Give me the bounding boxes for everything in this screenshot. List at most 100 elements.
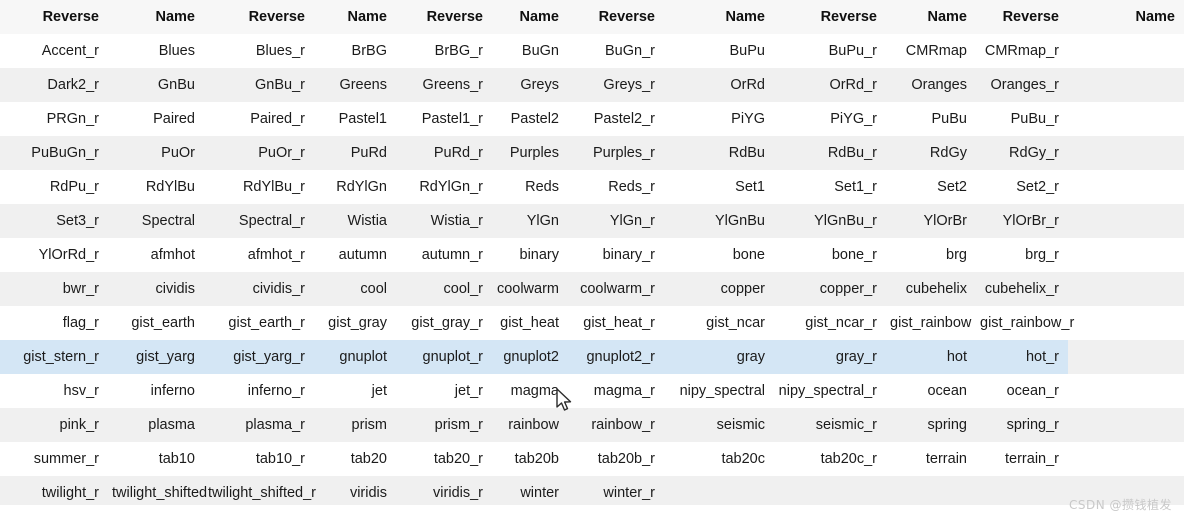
colormap-name-cell[interactable]: Pastel2_r [568,102,664,136]
colormap-name-cell[interactable]: pink_r [0,408,108,442]
colormap-name-cell[interactable]: Set3_r [0,204,108,238]
colormap-name-cell[interactable]: coolwarm_r [568,272,664,306]
colormap-name-cell[interactable]: cividis [108,272,204,306]
colormap-name-cell[interactable]: copper_r [774,272,886,306]
colormap-name-cell[interactable]: gist_heat [492,306,568,340]
colormap-name-cell[interactable]: bwr_r [0,272,108,306]
colormap-name-cell[interactable]: Pastel2 [492,102,568,136]
colormap-name-cell[interactable]: gist_earth_r [204,306,314,340]
colormap-name-cell[interactable]: BuGn_r [568,34,664,68]
colormap-name-cell[interactable]: gist_heat_r [568,306,664,340]
colormap-name-cell[interactable]: afmhot_r [204,238,314,272]
table-row[interactable]: YlOrRd_r afmhot afmhot_r autumn autumn_r bina… [0,238,1184,272]
colormap-name-cell[interactable]: tab20b_r [568,442,664,476]
colormap-name-cell[interactable]: BuPu_r [774,34,886,68]
colormap-name-cell[interactable]: summer_r [0,442,108,476]
colormap-name-cell[interactable]: Oranges [886,68,976,102]
colormap-name-cell[interactable]: cool_r [396,272,492,306]
colormap-name-cell[interactable]: spring_r [976,408,1068,442]
colormap-name-cell[interactable]: jet_r [396,374,492,408]
colormap-name-cell[interactable]: BuGn [492,34,568,68]
colormap-name-cell[interactable]: PuOr [108,136,204,170]
colormap-name-cell[interactable]: tab20b [492,442,568,476]
colormap-name-cell[interactable]: Greens [314,68,396,102]
colormap-name-cell[interactable]: prism [314,408,396,442]
colormap-name-cell[interactable]: copper [664,272,774,306]
colormap-name-cell[interactable]: cubehelix_r [976,272,1068,306]
column-header-8[interactable]: Reverse [774,0,886,34]
colormap-name-cell[interactable]: Greys_r [568,68,664,102]
column-header-0[interactable]: Reverse [0,0,108,34]
colormap-name-cell[interactable]: YlOrBr [886,204,976,238]
colormap-name-cell[interactable]: gnuplot [314,340,396,374]
colormap-name-cell[interactable]: PiYG [664,102,774,136]
colormap-name-cell[interactable]: bone [664,238,774,272]
colormap-name-cell[interactable]: Wistia_r [396,204,492,238]
table-row[interactable]: Dark2_r GnBu GnBu_r Greens Greens_r Greys Grey… [0,68,1184,102]
colormap-name-cell[interactable]: GnBu_r [204,68,314,102]
colormap-name-cell[interactable]: gist_gray_r [396,306,492,340]
colormap-name-cell[interactable]: afmhot [108,238,204,272]
colormap-name-cell[interactable]: magma [492,374,568,408]
colormap-name-cell[interactable]: gnuplot2 [492,340,568,374]
colormap-name-cell[interactable]: Set2 [886,170,976,204]
colormap-name-cell[interactable]: OrRd_r [774,68,886,102]
colormap-name-cell[interactable]: GnBu [108,68,204,102]
colormap-name-cell[interactable]: Set1 [664,170,774,204]
colormap-name-cell[interactable]: gist_gray [314,306,396,340]
colormap-name-cell[interactable]: seismic [664,408,774,442]
colormap-name-cell[interactable]: tab10_r [204,442,314,476]
colormap-name-cell[interactable]: rainbow [492,408,568,442]
colormap-name-cell[interactable]: binary_r [568,238,664,272]
colormap-name-cell[interactable]: nipy_spectral [664,374,774,408]
table-row[interactable]: PRGn_r Paired Paired_r Pastel1 Pastel1_r Past… [0,102,1184,136]
column-header-11[interactable]: Name [1068,0,1184,34]
colormap-name-cell[interactable]: RdGy_r [976,136,1068,170]
colormap-name-cell[interactable]: YlOrRd_r [0,238,108,272]
table-row[interactable]: bwr_r cividis cividis_r cool cool_r coolwarm c… [0,272,1184,306]
colormap-name-cell[interactable]: cool [314,272,396,306]
colormap-name-cell[interactable]: gray_r [774,340,886,374]
colormap-name-cell[interactable]: Reds_r [568,170,664,204]
colormap-name-cell[interactable]: coolwarm [492,272,568,306]
colormap-name-cell[interactable]: OrRd [664,68,774,102]
colormap-name-cell[interactable]: Pastel1 [314,102,396,136]
colormap-name-cell[interactable]: Purples [492,136,568,170]
colormap-name-cell[interactable]: flag_r [0,306,108,340]
table-row[interactable]: pink_r plasma plasma_r prism prism_r rainbow r… [0,408,1184,442]
colormap-name-cell[interactable]: tab20c_r [774,442,886,476]
colormap-name-cell[interactable]: spring [886,408,976,442]
colormap-name-cell[interactable]: hsv_r [0,374,108,408]
column-header-10[interactable]: Reverse [976,0,1068,34]
colormap-name-cell[interactable]: tab20 [314,442,396,476]
colormap-name-cell[interactable]: binary [492,238,568,272]
colormap-name-cell[interactable]: PuRd [314,136,396,170]
colormap-name-cell[interactable]: Greys [492,68,568,102]
colormap-name-cell[interactable]: gist_rainbow_r [976,306,1074,340]
colormap-name-cell[interactable]: PiYG_r [774,102,886,136]
colormap-name-cell[interactable]: bone_r [774,238,886,272]
colormap-name-cell[interactable]: YlGnBu_r [774,204,886,238]
colormap-name-cell[interactable]: RdBu [664,136,774,170]
colormap-name-cell[interactable]: jet [314,374,396,408]
colormap-name-cell[interactable]: plasma [108,408,204,442]
colormap-name-cell[interactable]: YlGnBu [664,204,774,238]
column-header-2[interactable]: Reverse [204,0,314,34]
table-row[interactable]: Accent_r Blues Blues_r BrBG BrBG_r BuGn BuGn_r… [0,34,1184,68]
colormap-name-cell[interactable]: hot [886,340,976,374]
column-header-5[interactable]: Name [492,0,568,34]
colormap-name-cell[interactable]: tab20_r [396,442,492,476]
column-header-1[interactable]: Name [108,0,204,34]
colormap-name-cell[interactable]: YlOrBr_r [976,204,1068,238]
colormap-name-cell[interactable]: gist_earth [108,306,204,340]
colormap-name-cell[interactable]: gist_stern_r [0,340,108,374]
column-header-6[interactable]: Reverse [568,0,664,34]
table-row[interactable]: RdPu_r RdYlBu RdYlBu_r RdYlGn RdYlGn_r Reds Re… [0,170,1184,204]
table-row[interactable]: Set3_r Spectral Spectral_r Wistia Wistia_r Yl… [0,204,1184,238]
colormap-name-cell[interactable]: gist_rainbow [886,306,976,340]
colormap-name-cell[interactable]: gist_ncar_r [774,306,886,340]
colormap-name-cell[interactable]: Dark2_r [0,68,108,102]
colormap-name-cell[interactable]: gist_ncar [664,306,774,340]
table-row[interactable]: summer_r tab10 tab10_r tab20 tab20_r tab20b ta… [0,442,1184,476]
colormap-name-cell[interactable]: Greens_r [396,68,492,102]
